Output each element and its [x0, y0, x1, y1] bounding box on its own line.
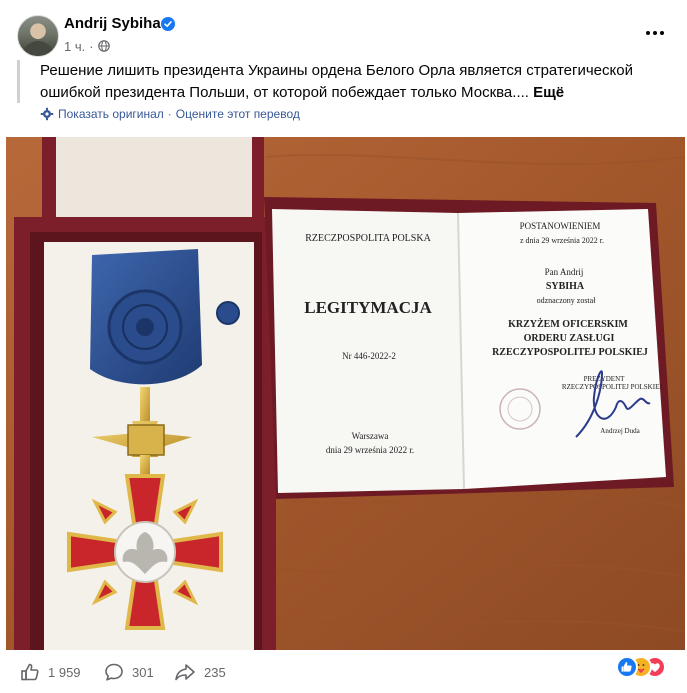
like-reaction-icon [616, 656, 638, 678]
right-page-recipient-name: SYBIHA [546, 281, 585, 292]
right-page-award-line1: KRZYŻEM OFICERSKIM [508, 318, 628, 330]
post-time[interactable]: 1 ч. [64, 39, 85, 54]
facebook-post: Andrij Sybiha 1 ч. · Решение лишить през… [0, 0, 687, 693]
right-page-awarded: odznaczony został [537, 296, 597, 305]
comment-icon [104, 662, 124, 682]
left-page-number: Nr 446-2022-2 [342, 351, 396, 361]
verified-badge-icon [161, 17, 175, 31]
left-page-title: LEGITYMACJA [304, 298, 432, 317]
left-page-header: RZECZPOSPOLITA POLSKA [305, 233, 431, 244]
right-page-date: z dnia 29 września 2022 r. [520, 236, 604, 245]
right-page-header: POSTANOWIENIEM [520, 221, 601, 231]
reactions-summary[interactable] [616, 656, 674, 678]
photo-illustration: RZECZPOSPOLITA POLSKA LEGITYMACJA Nr 446… [6, 137, 685, 650]
like-button[interactable]: 1 959 [20, 662, 81, 682]
right-page-president-line1: PREZYDENT [584, 375, 626, 383]
translation-quote-bar [17, 60, 20, 103]
post-meta: 1 ч. · [64, 38, 110, 54]
right-page-president-line2: RZECZYPOSPOLITEJ POLSKIEJ [562, 383, 662, 391]
post-photo[interactable]: RZECZPOSPOLITA POLSKA LEGITYMACJA Nr 446… [6, 137, 685, 650]
like-icon [20, 662, 40, 682]
likes-count: 1 959 [48, 664, 81, 680]
meta-separator: · [89, 38, 94, 54]
more-options-icon[interactable] [640, 18, 670, 48]
translate-separator: · [167, 107, 172, 121]
shares-count: 235 [204, 664, 226, 680]
left-page-city: Warszawa [352, 431, 389, 441]
comment-button[interactable]: 301 [104, 662, 154, 682]
right-page-award-line3: RZECZYPOSPOLITEJ POLSKIEJ [492, 347, 648, 358]
translation-controls: Показать оригинал · Оцените этот перевод [40, 106, 300, 122]
left-page-date: dnia 29 września 2022 r. [326, 445, 414, 455]
globe-icon [97, 40, 110, 52]
show-original-link[interactable]: Показать оригинал [58, 107, 164, 121]
comments-count: 301 [132, 664, 154, 680]
see-more-link[interactable]: Ещё [533, 84, 564, 101]
author-name[interactable]: Andrij Sybiha [64, 15, 161, 32]
right-page-recipient-prefix: Pan Andrij [545, 267, 584, 277]
share-button[interactable]: 235 [174, 662, 226, 682]
rate-translation-link[interactable]: Оцените этот перевод [176, 107, 300, 121]
share-icon [174, 662, 196, 682]
author-avatar[interactable] [17, 15, 59, 57]
post-text: Решение лишить президента Украины ордена… [40, 60, 665, 104]
right-page-signatory: Andrzej Duda [600, 427, 640, 435]
post-footer: 1 959 301 235 [0, 650, 687, 693]
right-page-award-line2: ORDERU ZASŁUGI [524, 333, 615, 344]
translate-gear-icon[interactable] [40, 107, 54, 121]
